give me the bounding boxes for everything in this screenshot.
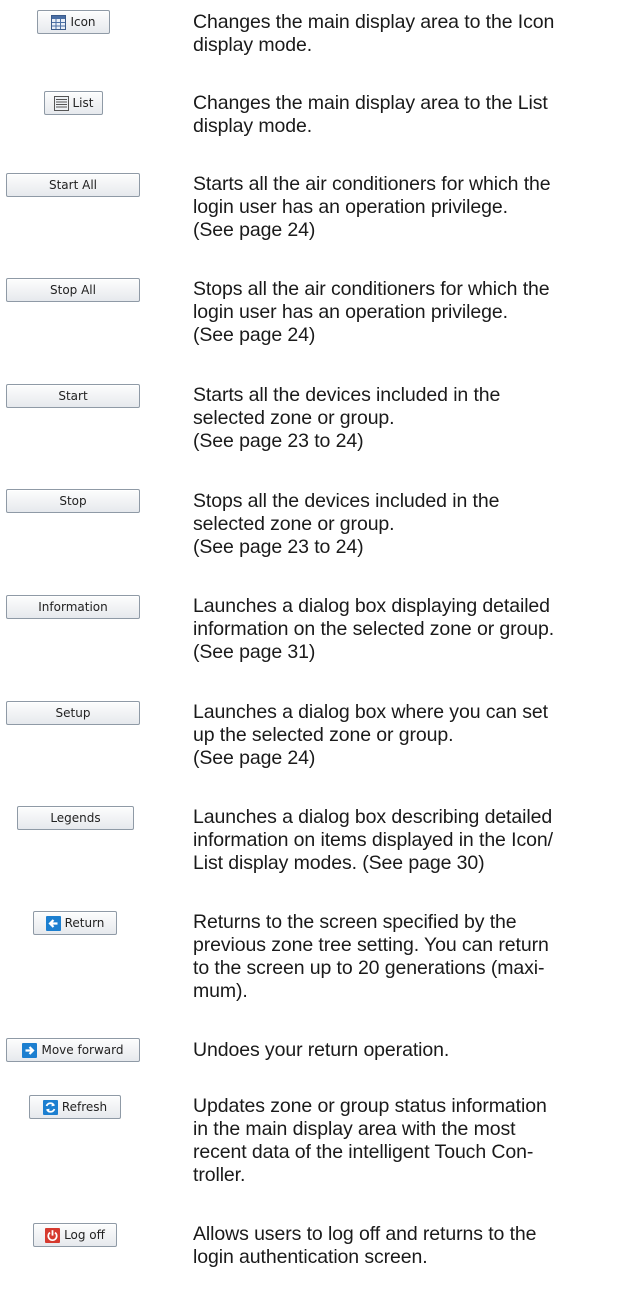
list-icon [53,95,69,111]
description-line: Stops all the air conditioners for which… [193,278,550,300]
description-line: List display modes. (See page 30) [193,852,485,874]
description-line: troller. [193,1164,246,1186]
back-arrow-icon [45,915,61,931]
button-label: Start [58,389,88,403]
description-line: Launches a dialog box describing detaile… [193,806,553,828]
start-all-button[interactable]: Start All [6,173,140,197]
button-label: Start All [48,178,97,192]
description-line: login user has an operation privilege. [193,301,508,323]
description-line: (See page 23 to 24) [193,536,364,558]
description-line: Launches a dialog box where you can set [193,701,548,723]
description-line: Launches a dialog box displaying detaile… [193,595,550,617]
description: Changes the main display area to the Ico… [193,11,633,57]
description-line: (See page 24) [193,219,316,241]
description-line: information on the selected zone or grou… [193,618,555,640]
button-label: Icon [70,15,96,29]
move-forward-button[interactable]: Move forward [6,1038,140,1062]
description: Launches a dialog box describing detaile… [193,806,633,875]
button-label: Legends [50,811,101,825]
icon-button[interactable]: Icon [37,10,110,34]
description: Stops all the devices included in the se… [193,490,633,559]
description-line: Returns to the screen specified by the [193,911,517,933]
description: Allows users to log off and returns to t… [193,1223,633,1269]
description-line: (See page 23 to 24) [193,430,364,452]
description: Starts all the devices included in the s… [193,384,633,453]
description-line: (See page 24) [193,747,316,769]
description-line: information on items displayed in the Ic… [193,829,553,851]
description-line: selected zone or group. [193,513,395,535]
refresh-icon [42,1099,58,1115]
refresh-button[interactable]: Refresh [29,1095,121,1119]
forward-arrow-icon [22,1042,38,1058]
description-line: to the screen up to 20 generations (maxi… [193,957,545,979]
button-label: Return [64,916,105,930]
button-label: Move forward [41,1043,124,1057]
description-line: display mode. [193,34,313,56]
description: Returns to the screen specified by the p… [193,911,633,1003]
description-line: login authentication screen. [193,1246,428,1268]
description: Starts all the air conditioners for whic… [193,173,633,242]
legends-button[interactable]: Legends [17,806,134,830]
description: Stops all the air conditioners for which… [193,278,633,347]
log-off-button[interactable]: Log off [33,1223,117,1247]
description: Launches a dialog box where you can set … [193,701,633,770]
description-line: recent data of the intelligent Touch Con… [193,1141,534,1163]
button-label: Setup [55,706,91,720]
description-line: Updates zone or group status information [193,1095,547,1117]
list-button[interactable]: List [44,91,103,115]
description-line: previous zone tree setting. You can retu… [193,934,549,956]
description-line: (See page 31) [193,641,316,663]
description-line: mum). [193,980,248,1002]
description-line: Starts all the devices included in the [193,384,501,406]
information-button[interactable]: Information [6,595,140,619]
button-label: Log off [64,1228,105,1242]
description: Changes the main display area to the Lis… [193,92,633,138]
stop-button[interactable]: Stop [6,489,140,513]
button-label: Information [38,600,108,614]
description: Undoes your return operation. [193,1039,633,1062]
button-label: List [72,96,94,110]
setup-button[interactable]: Setup [6,701,140,725]
return-button[interactable]: Return [33,911,117,935]
description-line: display mode. [193,115,313,137]
description: Updates zone or group status information… [193,1095,633,1187]
description-line: Changes the main display area to the Ico… [193,11,555,33]
power-icon [45,1227,61,1243]
description-line: Allows users to log off and returns to t… [193,1223,537,1245]
button-label: Refresh [61,1100,108,1114]
description-line: Starts all the air conditioners for whic… [193,173,551,195]
description-line: in the main display area with the most [193,1118,516,1140]
description-line: selected zone or group. [193,407,395,429]
start-button[interactable]: Start [6,384,140,408]
button-label: Stop All [50,283,96,297]
button-label: Stop [59,494,87,508]
grid-icon [51,14,67,30]
stop-all-button[interactable]: Stop All [6,278,140,302]
description-line: Changes the main display area to the Lis… [193,92,548,114]
description: Launches a dialog box displaying detaile… [193,595,633,664]
description-line: Undoes your return operation. [193,1039,450,1061]
description-line: login user has an operation privilege. [193,196,508,218]
description-line: Stops all the devices included in the [193,490,500,512]
description-line: (See page 24) [193,324,316,346]
description-line: up the selected zone or group. [193,724,454,746]
